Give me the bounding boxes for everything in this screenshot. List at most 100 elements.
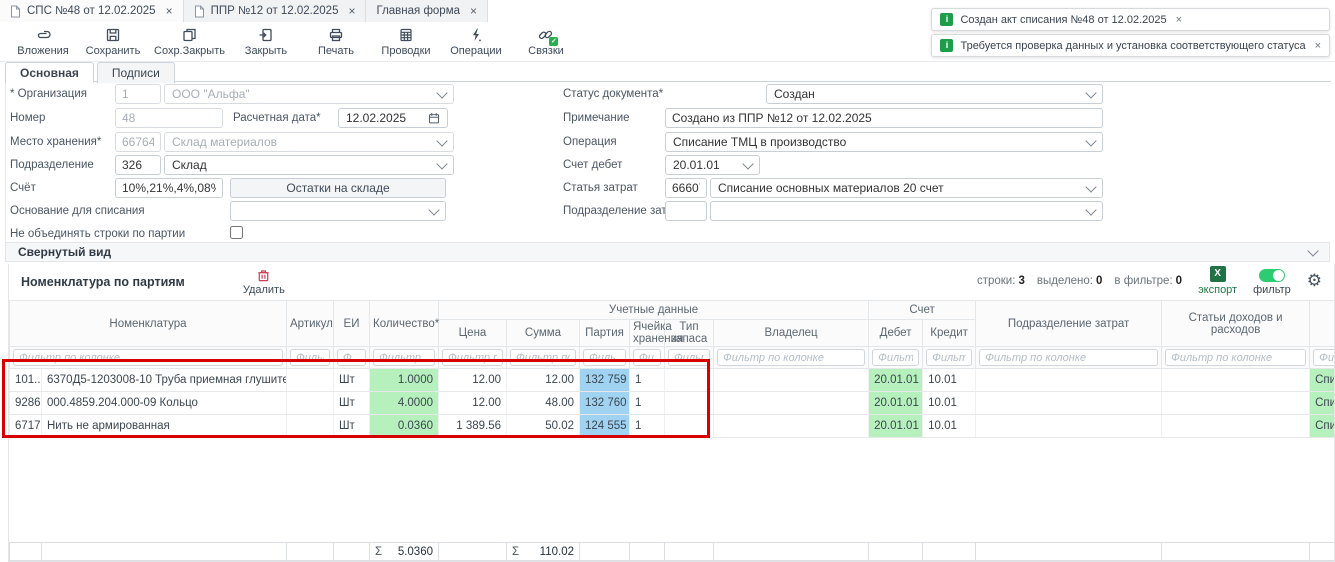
col-quantity[interactable]: Количество*: [370, 301, 439, 347]
cost-item-select[interactable]: Списание основных материалов 20 счет: [710, 178, 1103, 198]
close-icon[interactable]: ×: [166, 4, 173, 18]
table-row[interactable]: 67179 Нить не армированная Шт 0.0360 1 3…: [10, 415, 1335, 438]
filter-input[interactable]: [510, 349, 576, 366]
filter-input[interactable]: [583, 349, 626, 366]
col-article[interactable]: Артикул: [287, 301, 334, 347]
filter-input[interactable]: [668, 349, 710, 366]
group-account: Счет: [869, 301, 976, 320]
col-cost-dept[interactable]: Подразделение затрат: [976, 301, 1162, 347]
toolbar-label: Сохранить: [86, 45, 141, 57]
writeoff-basis-select[interactable]: [230, 201, 446, 221]
status-select[interactable]: Создан: [766, 84, 1103, 104]
save-button[interactable]: Сохранить: [78, 25, 148, 59]
dept-code-input[interactable]: [115, 155, 161, 175]
grid-stats: строки:3 выделено:0 в фильтре:0: [977, 275, 1182, 287]
gear-icon[interactable]: ⚙: [1307, 272, 1322, 290]
merge-lines-checkbox[interactable]: [230, 226, 243, 239]
collapsed-view-bar[interactable]: Свернутый вид: [5, 242, 1330, 262]
note-label: Примечание: [563, 112, 630, 124]
delete-button[interactable]: Удалить: [243, 268, 285, 296]
col-clipped[interactable]: [1310, 301, 1335, 347]
tab-document-sps[interactable]: СПС №48 от 12.02.2025 ×: [0, 0, 184, 22]
debit-account-select[interactable]: 20.01.01: [665, 155, 760, 175]
rows-count: 3: [1018, 275, 1024, 287]
export-button[interactable]: X экспорт: [1198, 266, 1237, 296]
calendar-icon[interactable]: [428, 112, 440, 124]
filter-label: фильтр: [1253, 284, 1291, 296]
number-input[interactable]: [115, 108, 223, 128]
org-code-input[interactable]: [115, 84, 161, 104]
org-select[interactable]: ООО "Альфа": [164, 84, 454, 104]
collapsed-view-title: Свернутый вид: [18, 245, 111, 259]
col-credit[interactable]: Кредит: [923, 320, 976, 347]
col-debit[interactable]: Дебет: [869, 320, 923, 347]
close-icon[interactable]: ×: [470, 4, 477, 18]
postings-button[interactable]: Проводки: [371, 25, 441, 59]
account-input[interactable]: [115, 178, 223, 198]
print-button[interactable]: Печать: [301, 25, 371, 59]
storage-code-input[interactable]: [115, 132, 161, 152]
check-badge-icon: ✓: [549, 37, 558, 46]
toolbar-label: Связки: [528, 45, 564, 57]
toggle-on-icon[interactable]: [1259, 269, 1285, 282]
col-sum[interactable]: Сумма: [507, 320, 580, 347]
print-icon: [328, 27, 344, 43]
tab-podpisi[interactable]: Подписи: [97, 62, 175, 83]
close-icon[interactable]: ×: [348, 4, 355, 18]
col-unit[interactable]: ЕИ: [334, 301, 370, 347]
table-row[interactable]: 101... 6370Д5-1203008-10 Труба приемная …: [10, 369, 1335, 392]
operations-button[interactable]: Операции: [441, 25, 511, 59]
filter-input[interactable]: [290, 349, 330, 366]
cost-dept-select[interactable]: [710, 201, 1103, 221]
toolbar-label: Закрыть: [245, 45, 287, 57]
col-batch[interactable]: Партия: [580, 320, 630, 347]
filter-toggle[interactable]: фильтр: [1253, 267, 1291, 296]
save-close-icon: [181, 27, 198, 43]
col-price[interactable]: Цена: [439, 320, 507, 347]
col-owner[interactable]: Владелец: [714, 320, 869, 347]
operation-label: Операция: [563, 136, 617, 148]
save-close-button[interactable]: Сохр.Закрыть: [148, 25, 231, 59]
filter-input[interactable]: [337, 349, 366, 366]
storage-select[interactable]: Склад материалов: [164, 132, 454, 152]
tab-osnovnaya[interactable]: Основная: [5, 62, 94, 83]
cost-item-code-input[interactable]: [665, 178, 707, 198]
filter-input[interactable]: [1313, 349, 1335, 366]
filter-input[interactable]: [979, 349, 1158, 366]
col-storage-cell[interactable]: Ячейка хранения: [630, 320, 665, 347]
col-income-expense[interactable]: Статьи доходов и расходов: [1162, 301, 1310, 347]
note-input[interactable]: [665, 108, 1103, 128]
chevron-down-icon: [436, 158, 447, 169]
cost-dept-code-input[interactable]: [665, 201, 707, 221]
dept-select[interactable]: Склад: [164, 155, 454, 175]
filter-input[interactable]: [13, 349, 283, 366]
filter-input[interactable]: [1165, 349, 1306, 366]
operation-select[interactable]: Списание ТМЦ в производство: [665, 132, 1103, 152]
chevron-down-icon[interactable]: [1307, 245, 1318, 256]
filter-input[interactable]: [717, 349, 865, 366]
filter-input[interactable]: [872, 349, 919, 366]
attachments-button[interactable]: Вложения: [8, 25, 78, 59]
tab-document-ppr[interactable]: ППР №12 от 12.02.2025 ×: [184, 0, 367, 22]
filter-input[interactable]: [926, 349, 972, 366]
debit-account-label: Счет дебет: [563, 159, 622, 171]
col-nomenclature[interactable]: Номенклатура: [10, 301, 287, 347]
close-button[interactable]: Закрыть: [231, 25, 301, 59]
notification-stack: i Создан акт списания №48 от 12.02.2025 …: [931, 8, 1330, 57]
stock-balance-button[interactable]: Остатки на складе: [230, 178, 446, 198]
selected-count: 0: [1096, 275, 1102, 287]
rows-count-label: строки:: [977, 275, 1015, 287]
close-icon[interactable]: ×: [1315, 40, 1321, 52]
table-row[interactable]: 92866 000.4859.204.000-09 Кольцо Шт 4.00…: [10, 392, 1335, 415]
filter-input[interactable]: [373, 349, 435, 366]
close-icon[interactable]: ×: [1176, 14, 1182, 26]
filter-input[interactable]: [442, 349, 503, 366]
tab-main-form[interactable]: Главная форма ×: [366, 0, 488, 22]
chevron-down-icon: [436, 87, 447, 98]
filter-input[interactable]: [633, 349, 661, 366]
paperclip-icon: [35, 27, 52, 43]
total-sum: Σ110.02: [507, 543, 580, 561]
calc-date-input[interactable]: 12.02.2025: [338, 108, 448, 128]
links-button[interactable]: ✓ Связки: [511, 25, 581, 59]
chevron-down-icon: [742, 158, 753, 169]
